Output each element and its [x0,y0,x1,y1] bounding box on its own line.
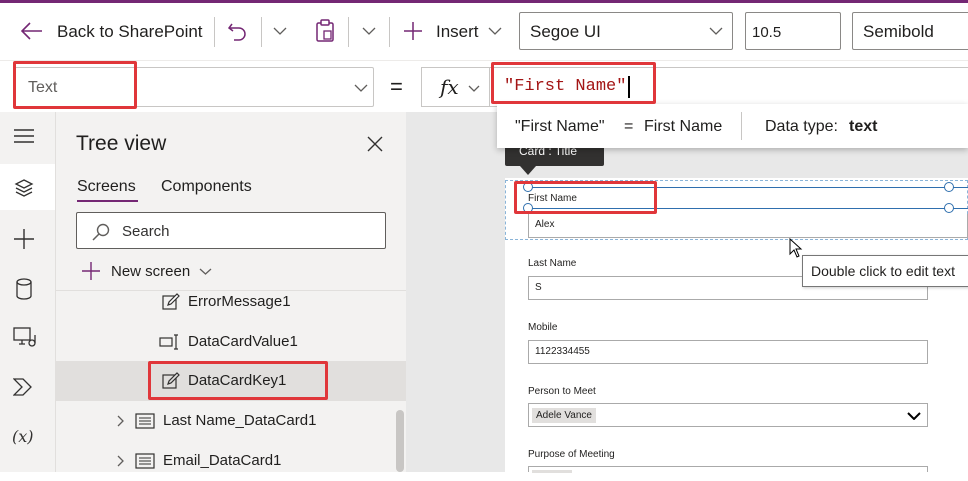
equals-sign: = [390,74,403,99]
hamburger-menu-icon[interactable] [12,126,36,146]
left-rail: (x) [0,112,56,472]
tree-item[interactable]: DataCardValue1 [56,322,406,362]
card-icon [134,451,156,471]
edit-form: First Name Alex Last Name S Mobile 11223… [505,178,968,473]
edit-tooltip-text: Double click to edit text [811,263,955,279]
font-weight-value: Semibold [863,22,934,41]
insert-chevron-icon[interactable] [485,21,505,41]
data-type-value: text [849,118,878,135]
insert-button[interactable]: Insert [436,22,479,42]
tree-search-input[interactable]: Search [76,212,386,249]
tooltip-arrow [520,166,536,175]
chevron-down-icon [353,83,369,93]
media-icon[interactable] [12,325,38,349]
person-to-meet-combobox[interactable]: Adele Vance [528,403,928,427]
separator [261,17,262,47]
textinput-icon [159,332,181,352]
power-automate-icon[interactable] [12,375,36,399]
tree-item[interactable]: Email_DataCard1 [56,441,406,481]
active-tab-underline [77,200,138,202]
separator [348,17,349,47]
tab-screens[interactable]: Screens [77,178,136,196]
undo-dropdown-chevron-icon[interactable] [270,21,290,41]
plus-icon [81,261,101,281]
mouse-pointer-icon [789,237,803,258]
fx-icon: fx [440,75,459,99]
font-weight-dropdown[interactable]: Semibold [852,12,968,50]
paste-dropdown-chevron-icon[interactable] [359,21,379,41]
chevron-down-icon [467,84,481,92]
tree-view-rail-item[interactable] [0,164,55,210]
variables-icon[interactable]: (x) [12,427,34,446]
preview-equals: = [624,118,634,135]
field-label-purpose-of-meeting: Purpose of Meeting [528,449,615,460]
edit-icon [161,292,181,312]
insert-plus-icon[interactable] [12,227,36,251]
preview-expression: "First Name" [515,118,605,135]
chevron-down-icon [708,26,724,36]
back-to-sharepoint-button[interactable]: Back to SharePoint [57,22,203,42]
search-placeholder: Search [122,223,170,240]
back-arrow-icon[interactable] [20,19,44,43]
chevron-down-icon [198,266,212,276]
highlight-formula [491,62,656,104]
tree-item-label: Last Name_DataCard1 [163,412,317,429]
fx-button[interactable]: fx [421,67,489,107]
tree-item[interactable]: Last Name_DataCard1 [56,401,406,441]
tree-item-label: Email_DataCard1 [163,452,282,469]
preview-result: First Name [644,118,723,135]
field-label-last-name: Last Name [528,258,577,269]
tab-components[interactable]: Components [161,178,252,196]
data-type-label: Data type: [765,118,838,135]
separator [389,17,390,47]
tree-item-label: DataCardValue1 [188,333,298,350]
font-family-value: Segoe UI [530,22,601,41]
layers-icon [13,177,35,199]
tree-item[interactable]: ErrorMessage1 [56,282,406,322]
data-cylinder-icon[interactable] [12,277,36,301]
resize-handle[interactable] [944,203,954,213]
separator [741,112,742,140]
chevron-down-icon[interactable] [907,411,921,420]
new-screen-label: New screen [111,263,191,280]
chevron-right-icon[interactable] [114,414,126,428]
edit-text-tooltip: Double click to edit text [802,255,968,287]
search-icon [91,222,111,242]
undo-icon[interactable] [225,19,249,43]
tree-view-title: Tree view [76,132,167,155]
field-label-person-to-meet: Person to Meet [528,386,596,397]
font-size-value: 10.5 [752,24,782,41]
first-name-input[interactable]: Alex [528,214,968,238]
field-label-mobile: Mobile [528,322,558,333]
purpose-of-meeting-input[interactable] [528,466,928,473]
separator [214,17,215,47]
highlight-datacardkey1 [148,361,328,400]
highlight-first-name-label [514,181,657,214]
font-size-input[interactable]: 10.5 [745,12,841,50]
resize-handle[interactable] [944,182,954,192]
font-family-dropdown[interactable]: Segoe UI [519,12,733,50]
command-bar: Back to SharePoint Insert Segoe UI 10.5 … [0,3,968,60]
paste-icon[interactable] [313,18,337,44]
mobile-input[interactable]: 1122334455 [528,340,928,364]
formula-preview-popup: "First Name" = First Name Data type: tex… [497,104,968,148]
tree-item-label: ErrorMessage1 [188,293,291,310]
new-screen-button[interactable]: New screen [81,259,221,283]
chevron-right-icon[interactable] [114,454,126,468]
card-icon [134,411,156,431]
highlight-property-dropdown [13,61,137,109]
selected-person-chip[interactable]: Adele Vance [532,408,596,423]
close-icon[interactable] [366,135,384,153]
plus-icon[interactable] [401,19,425,43]
